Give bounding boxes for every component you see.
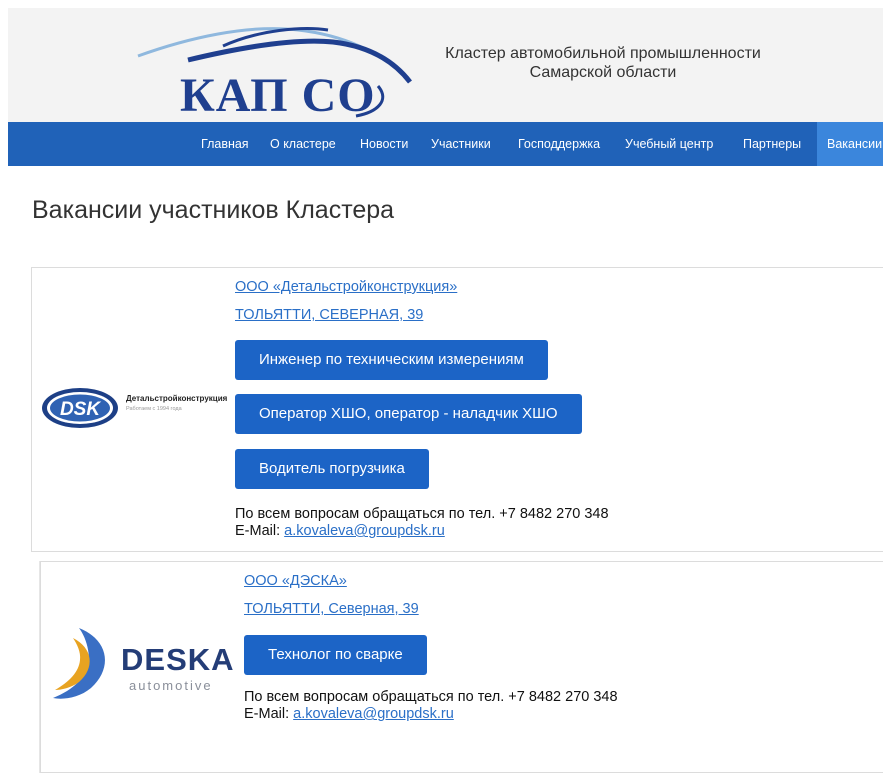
contact-email-row: E-Mail: a.kovaleva@groupdsk.ru (244, 706, 618, 723)
deska-logo-name: DESKA (121, 642, 235, 677)
contact-phone: По всем вопросам обращаться по тел. +7 8… (244, 689, 618, 705)
nav-item-news[interactable]: Новости (360, 122, 408, 166)
deska-swoosh-icon (53, 628, 105, 699)
nav-item-members[interactable]: Участники (431, 122, 491, 166)
company-card: DESKA automotive ООО «ДЭСКА» ТОЛЬЯТТИ, С… (40, 561, 883, 773)
contact-email-label: E-Mail: (244, 706, 290, 722)
dsk-logo-name: Детальстройконструкция (126, 394, 228, 403)
company-name-link[interactable]: ООО «Детальстройконструкция» (235, 279, 457, 295)
company-logo: DESKA automotive (49, 622, 234, 702)
vacancy-button[interactable]: Водитель погрузчика (235, 449, 429, 489)
nav-item-training[interactable]: Учебный центр (625, 122, 713, 166)
page-title: Вакансии участников Кластера (32, 196, 395, 224)
contact-info: По всем вопросам обращаться по тел. +7 8… (244, 689, 618, 723)
site-title-line1: Кластер автомобильной промышленности (445, 45, 761, 62)
logo-text: КАП СО (180, 69, 376, 122)
main-nav: Главная О кластере Новости Участники Гос… (8, 122, 883, 166)
nav-item-home[interactable]: Главная (201, 122, 249, 166)
vacancy-button[interactable]: Инженер по техническим измерениям (235, 340, 548, 380)
nav-item-vacancies[interactable]: Вакансии (817, 122, 883, 166)
site-title-line2: Самарской области (529, 64, 677, 81)
nav-item-about[interactable]: О кластере (270, 122, 336, 166)
dsk-logo-sub: Работаем с 1994 года (126, 406, 182, 412)
contact-email-link[interactable]: a.kovaleva@groupdsk.ru (293, 706, 454, 722)
vacancy-button[interactable]: Технолог по сварке (244, 635, 427, 675)
company-logo: DSK Детальстройконструкция Работаем с 19… (40, 384, 230, 432)
contact-email-row: E-Mail: a.kovaleva@groupdsk.ru (235, 523, 609, 540)
vacancy-button[interactable]: Оператор ХШО, оператор - наладчик ХШО (235, 394, 582, 434)
nav-item-partners[interactable]: Партнеры (743, 122, 801, 166)
dsk-logo-mark: DSK (60, 399, 101, 420)
site-title: Кластер автомобильной промышленности Сам… (408, 44, 798, 82)
site-header: КАП СО Кластер автомобильной промышленно… (8, 8, 883, 122)
contact-email-label: E-Mail: (235, 523, 281, 539)
nav-item-gov-support[interactable]: Господдержка (518, 122, 600, 166)
company-card: DSK Детальстройконструкция Работаем с 19… (31, 267, 883, 552)
company-address-link[interactable]: ТОЛЬЯТТИ, СЕВЕРНАЯ, 39 (235, 307, 423, 323)
site-logo[interactable]: КАП СО (128, 16, 428, 122)
contact-phone: По всем вопросам обращаться по тел. +7 8… (235, 506, 609, 522)
contact-email-link[interactable]: a.kovaleva@groupdsk.ru (284, 523, 445, 539)
company-name-link[interactable]: ООО «ДЭСКА» (244, 573, 347, 589)
company-address-link[interactable]: ТОЛЬЯТТИ, Северная, 39 (244, 601, 419, 617)
dsk-logo-icon: DSK (42, 388, 118, 428)
contact-info: По всем вопросам обращаться по тел. +7 8… (235, 506, 609, 540)
deska-logo-sub: automotive (129, 678, 213, 693)
